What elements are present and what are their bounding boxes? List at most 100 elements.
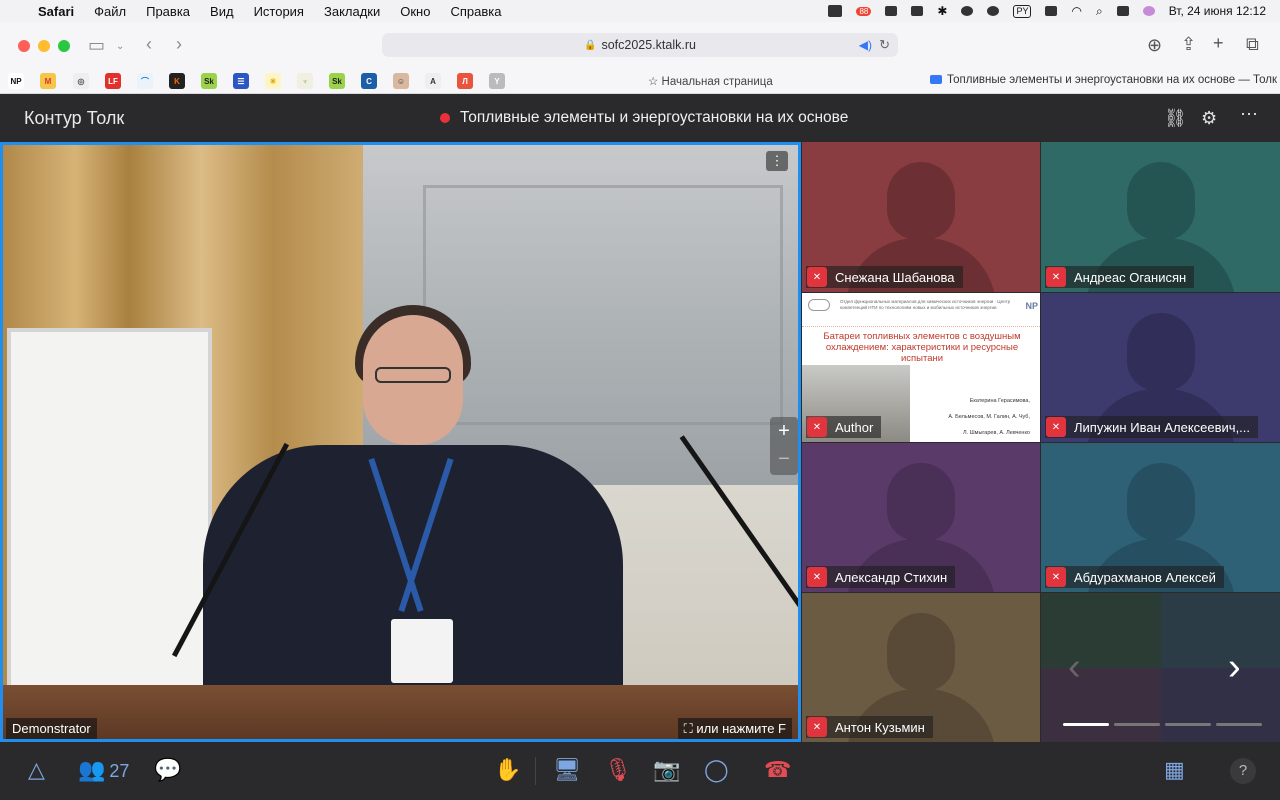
- forward-arrow-icon[interactable]: ›: [176, 35, 182, 53]
- bookmark-c-icon[interactable]: C: [361, 73, 377, 89]
- input-language[interactable]: PY: [1013, 4, 1032, 18]
- slide-title: Батареи топливных элементов с воздушным …: [823, 331, 1021, 364]
- participant-label: ✕ Абдурахманов Алексей: [1045, 566, 1224, 588]
- menu-view[interactable]: Вид: [210, 4, 234, 19]
- microphone-off-icon[interactable]: 🎙: [604, 758, 632, 782]
- app-menu-safari[interactable]: Safari: [38, 4, 74, 19]
- bookmark-photo-icon[interactable]: ☺: [393, 73, 409, 89]
- bookmark-bookmark3-icon[interactable]: ◎: [73, 73, 89, 89]
- control-center-icon[interactable]: [1116, 6, 1129, 16]
- avatar-head: [1127, 463, 1195, 541]
- layout-toggle-icon[interactable]: ▦: [1164, 758, 1185, 782]
- bookmark-sun-icon[interactable]: ☀: [265, 73, 281, 89]
- spotlight-search-icon[interactable]: ⌕: [1096, 4, 1103, 19]
- video-menu-icon[interactable]: ⋮: [766, 151, 788, 171]
- raise-hand-icon[interactable]: ✋: [494, 758, 521, 782]
- siri-icon[interactable]: [1142, 6, 1155, 16]
- share-icon[interactable]: ⇪: [1181, 35, 1196, 53]
- address-bar[interactable]: 🔒 sofc2025.ktalk.ru ◀︎) ↻: [382, 33, 898, 57]
- participants-button[interactable]: 👥 27: [78, 758, 129, 783]
- home-page-link[interactable]: ☆ Начальная страница: [648, 74, 773, 88]
- help-button[interactable]: ?: [1230, 758, 1256, 784]
- user-icon[interactable]: [987, 6, 1000, 16]
- call-controls-bar: △ 👥 27 💬 ✋ 🖥 🎙 📷 ◯ ☎ ▦ ?: [0, 742, 1280, 800]
- clock[interactable]: Вт, 24 июня 12:12: [1169, 4, 1266, 18]
- bluetooth-icon[interactable]: ✱: [937, 4, 947, 18]
- tab-overview-icon[interactable]: ⧉: [1246, 35, 1259, 53]
- fullscreen-hint[interactable]: ⛶ или нажмите F: [677, 718, 792, 739]
- reload-icon[interactable]: ↻: [879, 37, 890, 53]
- camera-icon: [930, 75, 942, 85]
- next-page-chevron-icon[interactable]: ›: [1228, 648, 1241, 686]
- lock-icon: 🔒: [584, 39, 597, 51]
- downloads-icon[interactable]: ⊕: [1147, 36, 1162, 54]
- link-icon[interactable]: ⛓: [1164, 108, 1187, 129]
- menu-history[interactable]: История: [254, 4, 304, 19]
- page-dot[interactable]: [1165, 723, 1211, 726]
- zoom-window-button[interactable]: [58, 40, 70, 52]
- browser-tab[interactable]: Топливные элементы и энергоустановки на …: [930, 74, 1277, 86]
- close-window-button[interactable]: [18, 40, 30, 52]
- participant-tile-screen-share[interactable]: Отдел функциональных материалов для хими…: [802, 293, 1040, 442]
- bookmark-trident-icon[interactable]: ♆: [297, 73, 313, 89]
- chevron-down-icon[interactable]: ⌄: [116, 38, 124, 56]
- menu-file[interactable]: Файл: [94, 4, 126, 19]
- mic-muted-icon: ✕: [1046, 267, 1066, 287]
- bookmark-menu-icon[interactable]: ☰: [233, 73, 249, 89]
- new-tab-icon[interactable]: +: [1213, 34, 1224, 52]
- participant-label: ✕ Андреас Оганисян: [1045, 266, 1195, 288]
- zoom-out-icon[interactable]: −: [770, 445, 798, 473]
- more-options-icon[interactable]: ⋯: [1240, 104, 1258, 125]
- minimize-window-button[interactable]: [38, 40, 50, 52]
- bookmark-wave-icon[interactable]: ⌒: [137, 73, 153, 89]
- audio-playing-icon[interactable]: ◀︎): [859, 38, 872, 52]
- divider: [535, 757, 536, 785]
- bookmark-sk2-icon[interactable]: Sk: [329, 73, 345, 89]
- camera-off-icon[interactable]: 📷: [653, 758, 680, 782]
- zoom-control[interactable]: + −: [770, 417, 798, 475]
- previous-page-chevron-icon[interactable]: ‹: [1068, 648, 1081, 686]
- display-icon[interactable]: [885, 6, 898, 16]
- screen-share-icon[interactable]: 🖥: [553, 758, 581, 782]
- settings-gear-icon[interactable]: ⚙: [1201, 108, 1217, 129]
- shapes-menu-icon[interactable]: △: [28, 758, 45, 782]
- menu-window[interactable]: Окно: [400, 4, 430, 19]
- hang-up-icon[interactable]: ☎: [764, 758, 791, 782]
- star-icon: ☆: [648, 76, 662, 88]
- record-icon[interactable]: ◯: [704, 758, 729, 782]
- page-dot[interactable]: [1114, 723, 1160, 726]
- participant-tile[interactable]: ✕ Антон Кузьмин: [802, 593, 1040, 742]
- participant-tile[interactable]: ✕ Снежана Шабанова: [802, 142, 1040, 292]
- bookmark-a-icon[interactable]: A: [425, 73, 441, 89]
- notification-badge[interactable]: 88: [856, 6, 872, 16]
- participant-tile[interactable]: ✕ Андреас Оганисян: [1041, 142, 1280, 292]
- menu-edit[interactable]: Правка: [146, 4, 190, 19]
- battery-icon[interactable]: [1045, 6, 1058, 16]
- people-icon: 👥: [78, 757, 106, 782]
- main-video-tile[interactable]: ⋮ + − Demonstrator ⛶ или нажмите F: [0, 142, 801, 742]
- status-app-icon[interactable]: [828, 5, 843, 17]
- participant-label: ✕ Снежана Шабанова: [806, 266, 963, 288]
- bookmark-k-icon[interactable]: K: [169, 73, 185, 89]
- bookmark-y-icon[interactable]: Y: [489, 73, 505, 89]
- chat-icon[interactable]: 💬: [154, 758, 181, 782]
- bookmark-np-icon[interactable]: NP: [8, 73, 24, 89]
- sidebar-toggle-icon[interactable]: ▭: [88, 36, 105, 54]
- back-arrow-icon[interactable]: ‹: [146, 35, 152, 53]
- play-icon[interactable]: [961, 6, 974, 16]
- page-dot[interactable]: [1216, 723, 1262, 726]
- bookmark-sk-icon[interactable]: Sk: [201, 73, 217, 89]
- cloud-icon[interactable]: [911, 6, 924, 16]
- participant-tile[interactable]: ✕ Липужин Иван Алексеевич,...: [1041, 293, 1280, 442]
- bookmark-l-icon[interactable]: Л: [457, 73, 473, 89]
- zoom-in-icon[interactable]: +: [770, 417, 798, 445]
- menu-help[interactable]: Справка: [450, 4, 501, 19]
- slide-author-line: Л. Шмыгарев, А. Левченко: [962, 430, 1030, 436]
- menu-bookmarks[interactable]: Закладки: [324, 4, 380, 19]
- participant-tile[interactable]: ✕ Александр Стихин: [802, 443, 1040, 592]
- page-dot[interactable]: [1063, 723, 1109, 726]
- wifi-icon[interactable]: ◠: [1071, 4, 1081, 18]
- bookmark-mail-icon[interactable]: M: [40, 73, 56, 89]
- bookmark-lf-icon[interactable]: LF: [105, 73, 121, 89]
- participant-tile[interactable]: ✕ Абдурахманов Алексей: [1041, 443, 1280, 592]
